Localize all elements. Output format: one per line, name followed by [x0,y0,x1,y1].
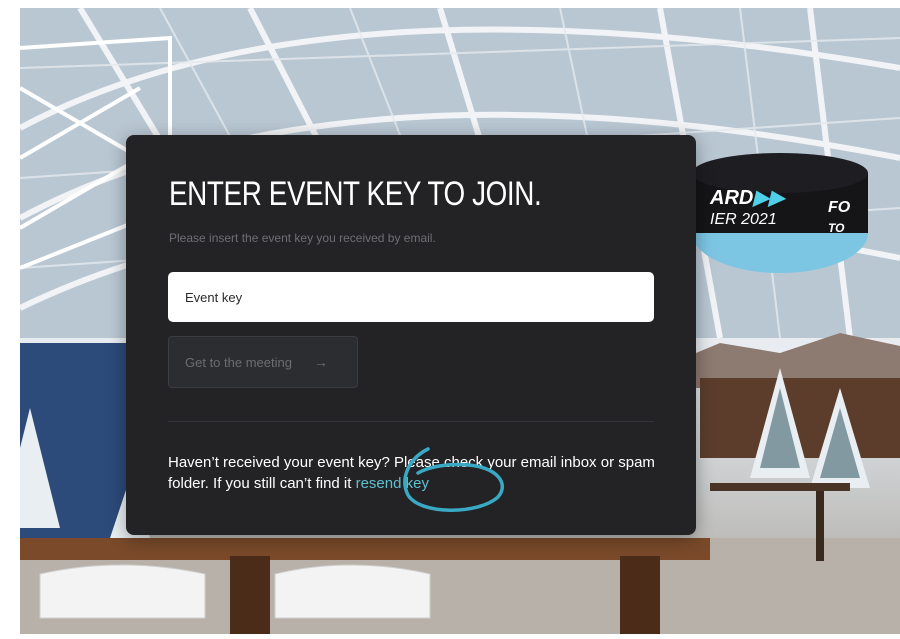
sign-line-2: IER 2021 [710,211,777,228]
hanging-sign-text: ARD▶▶ IER 2021 [710,188,784,230]
sign-line-1: ARD [710,187,754,209]
dialog-subtitle: Please insert the event key you received… [169,231,436,245]
divider [168,421,654,422]
event-key-placeholder: Event key [185,289,243,305]
sign-right-line-2: TO [828,221,845,235]
help-text: Haven’t received your event key? Please … [168,452,658,494]
event-key-dialog: ENTER EVENT KEY TO JOIN. Please insert t… [126,135,696,535]
event-key-input[interactable]: Event key [168,272,654,322]
get-to-meeting-label: Get to the meeting [185,354,292,370]
sign-right-line-1: FO [828,199,851,216]
arrow-right-icon: → [313,354,328,370]
dialog-title: ENTER EVENT KEY TO JOIN. [169,175,542,213]
get-to-meeting-button[interactable]: Get to the meeting → [168,336,358,388]
sign-arrow-icon: ▶▶ [753,187,785,209]
hanging-sign-text-right: FO TO [828,198,850,238]
resend-key-link[interactable]: resend key [356,475,429,492]
